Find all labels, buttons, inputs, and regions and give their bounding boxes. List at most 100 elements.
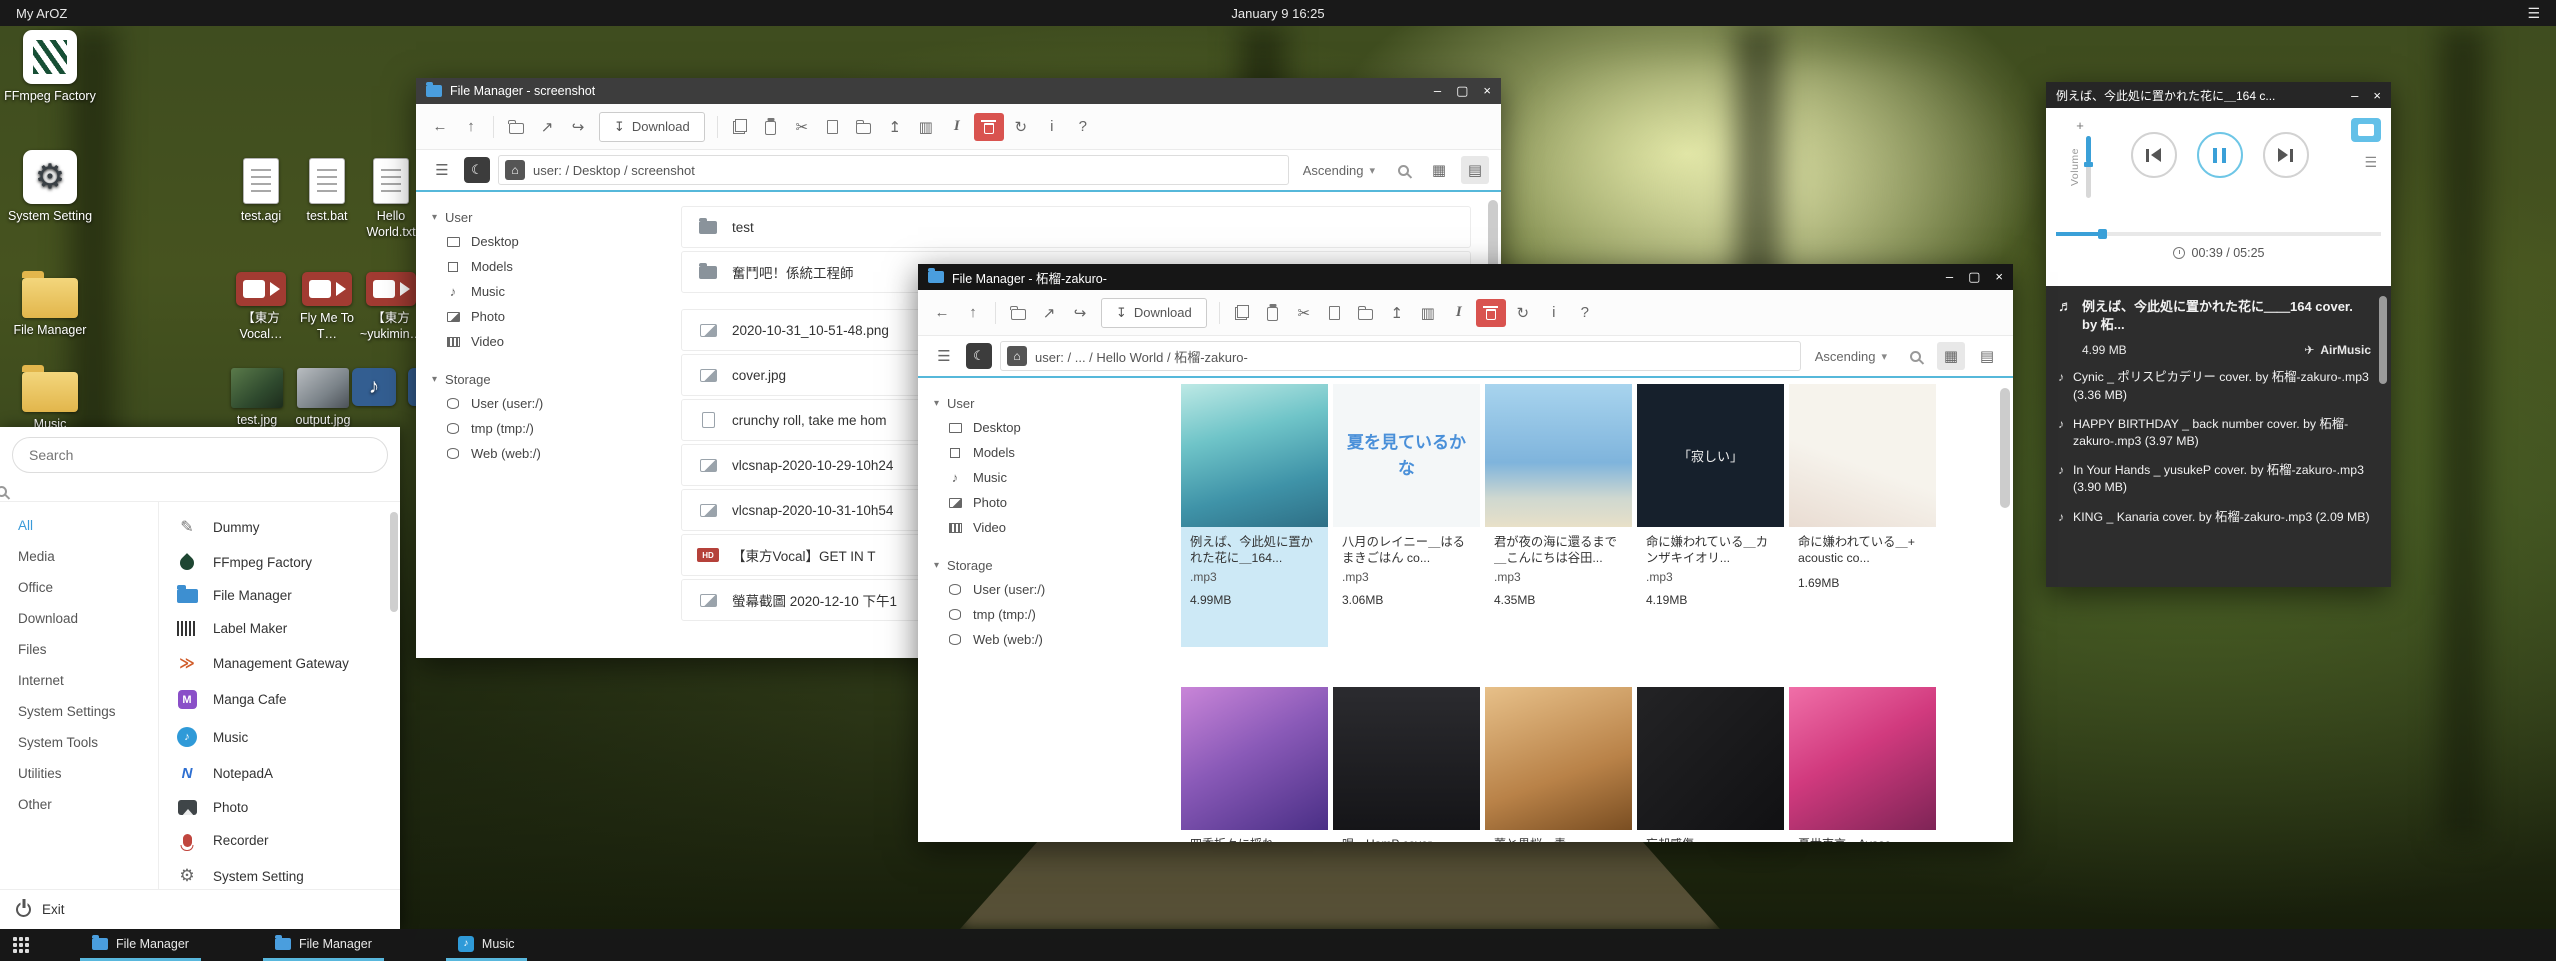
- desktop-icon-test-agi[interactable]: test.agi: [226, 158, 296, 225]
- sidebar-item-desktop[interactable]: Desktop: [416, 229, 661, 254]
- category-files[interactable]: Files: [0, 634, 158, 665]
- cut-button[interactable]: ✂: [788, 113, 816, 141]
- volume-control[interactable]: + Volume: [2056, 116, 2104, 198]
- taskbar-item-file-manager-2[interactable]: File Manager: [263, 929, 384, 961]
- back-button[interactable]: ←: [426, 113, 454, 141]
- playlist-menu-icon[interactable]: ☰: [2364, 154, 2377, 171]
- sidebar-item-tmp-drive[interactable]: tmp (tmp:/): [918, 602, 1163, 627]
- sidebar-item-models[interactable]: Models: [918, 440, 1163, 465]
- volume-up-button[interactable]: +: [2076, 118, 2084, 133]
- app-item-recorder[interactable]: Recorder: [159, 824, 400, 857]
- delete-button[interactable]: [1476, 299, 1506, 327]
- info-button[interactable]: i: [1540, 299, 1568, 327]
- desktop-icon-video-1[interactable]: 【東方Vocal…: [226, 272, 296, 342]
- info-button[interactable]: i: [1038, 113, 1066, 141]
- topbar-menu-icon[interactable]: ☰: [2527, 5, 2540, 22]
- minimize-button[interactable]: –: [1946, 269, 1953, 285]
- up-button[interactable]: ↑: [959, 299, 987, 327]
- share-button[interactable]: ↪: [564, 113, 592, 141]
- app-item-dummy[interactable]: ✎Dummy: [159, 508, 400, 546]
- sidebar-item-user-drive[interactable]: User (user:/): [918, 577, 1163, 602]
- sidebar-item-video[interactable]: Video: [918, 515, 1163, 540]
- desktop-icon-audio-1[interactable]: ♪: [344, 368, 404, 406]
- new-file-button[interactable]: [1321, 299, 1349, 327]
- taskbar-item-music[interactable]: ♪ Music: [446, 929, 527, 961]
- sidebar-section-storage[interactable]: ▾Storage: [416, 368, 661, 391]
- grid-view-button[interactable]: ▦: [1937, 342, 1965, 370]
- maximize-button[interactable]: ▢: [1968, 269, 1980, 285]
- list-view-button[interactable]: ▤: [1461, 156, 1489, 184]
- category-all[interactable]: All: [0, 510, 158, 541]
- now-playing[interactable]: ♬ 例えば、今此処に置かれた花に＿＿164 cover. by 柘... 4.9…: [2058, 298, 2371, 357]
- airmusic-button[interactable]: ✈AirMusic: [2304, 343, 2371, 357]
- playlist-item[interactable]: ♪Cynic _ ポリスピカデリー cover. by 柘榴-zakuro-.m…: [2058, 369, 2371, 403]
- refresh-button[interactable]: ↻: [1509, 299, 1537, 327]
- sort-dropdown[interactable]: Ascending▾: [1297, 163, 1381, 178]
- category-office[interactable]: Office: [0, 572, 158, 603]
- desktop-icon-music[interactable]: Music: [0, 362, 100, 433]
- category-media[interactable]: Media: [0, 541, 158, 572]
- desktop-icon-ffmpeg-factory[interactable]: FFmpeg Factory: [0, 30, 100, 105]
- cut-button[interactable]: ✂: [1290, 299, 1318, 327]
- window-titlebar[interactable]: File Manager - 柘榴-zakuro- – ▢ ×: [918, 264, 2013, 290]
- file-tile[interactable]: 夏を見ているかな 八月のレイニー＿はるまきごはん co... .mp3 3.06…: [1333, 384, 1480, 647]
- seek-bar[interactable]: [2056, 232, 2381, 236]
- file-tile[interactable]: 命に嫌われている＿+ acoustic co... 1.69MB: [1789, 384, 1936, 647]
- back-button[interactable]: ←: [928, 299, 956, 327]
- scrollbar[interactable]: [390, 512, 398, 612]
- category-other[interactable]: Other: [0, 789, 158, 820]
- sidebar-item-models[interactable]: Models: [416, 254, 661, 279]
- file-tile[interactable]: 忘却感傷...: [1637, 687, 1784, 842]
- sidebar-item-video[interactable]: Video: [416, 329, 661, 354]
- file-tile[interactable]: 唄＿HamP cover...: [1333, 687, 1480, 842]
- rename-button[interactable]: I: [1445, 299, 1473, 327]
- download-button[interactable]: ↧Download: [599, 112, 705, 142]
- rename-button[interactable]: I: [943, 113, 971, 141]
- pause-button[interactable]: [2197, 132, 2243, 178]
- brand-menu[interactable]: My ArOZ: [16, 6, 67, 21]
- archive-button[interactable]: ▥: [1414, 299, 1442, 327]
- playlist-item[interactable]: ♪In Your Hands _ yusukeP cover. by 柘榴-za…: [2058, 462, 2371, 496]
- search-input[interactable]: [12, 437, 388, 473]
- file-tile[interactable]: 「寂しい」 命に嫌われている＿カンザキイオリ... .mp3 4.19MB: [1637, 384, 1784, 647]
- scrollbar[interactable]: [2379, 296, 2387, 384]
- file-tile[interactable]: 憂世東京＿Avase...: [1789, 687, 1936, 842]
- new-file-button[interactable]: [819, 113, 847, 141]
- open-new-tab-button[interactable]: ↗: [1035, 299, 1063, 327]
- open-button[interactable]: [1004, 299, 1032, 327]
- copy-button[interactable]: [726, 113, 754, 141]
- app-item-file-manager[interactable]: File Manager: [159, 579, 400, 612]
- app-item-ffmpeg-factory[interactable]: FFmpeg Factory: [159, 546, 400, 579]
- up-button[interactable]: ↑: [457, 113, 485, 141]
- delete-button[interactable]: [974, 113, 1004, 141]
- search-button[interactable]: [1901, 342, 1929, 370]
- category-internet[interactable]: Internet: [0, 665, 158, 696]
- taskbar-item-file-manager-1[interactable]: File Manager: [80, 929, 201, 961]
- close-button[interactable]: ×: [2373, 88, 2381, 103]
- sidebar-section-user[interactable]: ▾User: [416, 206, 661, 229]
- window-titlebar[interactable]: File Manager - screenshot – ▢ ×: [416, 78, 1501, 104]
- paste-button[interactable]: [757, 113, 785, 141]
- window-titlebar[interactable]: 例えば、今此処に置かれた花に＿164 c... – ×: [2046, 82, 2391, 108]
- refresh-button[interactable]: ↻: [1007, 113, 1035, 141]
- theme-toggle-button[interactable]: ☾: [464, 157, 490, 183]
- archive-button[interactable]: ▥: [912, 113, 940, 141]
- category-system-tools[interactable]: System Tools: [0, 727, 158, 758]
- open-button[interactable]: [502, 113, 530, 141]
- scrollbar[interactable]: [2000, 388, 2010, 508]
- app-item-management-gateway[interactable]: ≫Management Gateway: [159, 645, 400, 681]
- desktop-icon-file-manager[interactable]: File Manager: [0, 268, 100, 339]
- sidebar-item-user-drive[interactable]: User (user:/): [416, 391, 661, 416]
- volume-handle[interactable]: [2084, 162, 2093, 167]
- help-button[interactable]: ?: [1069, 113, 1097, 141]
- app-item-photo[interactable]: Photo: [159, 791, 400, 824]
- download-button[interactable]: ↧Download: [1101, 298, 1207, 328]
- sidebar-item-tmp-drive[interactable]: tmp (tmp:/): [416, 416, 661, 441]
- category-download[interactable]: Download: [0, 603, 158, 634]
- playlist-item[interactable]: ♪KING _ Kanaria cover. by 柘榴-zakuro-.mp3…: [2058, 509, 2371, 526]
- copy-button[interactable]: [1228, 299, 1256, 327]
- new-folder-button[interactable]: [1352, 299, 1380, 327]
- desktop-icon-test-bat[interactable]: test.bat: [292, 158, 362, 225]
- help-button[interactable]: ?: [1571, 299, 1599, 327]
- app-launcher-button[interactable]: [0, 929, 42, 961]
